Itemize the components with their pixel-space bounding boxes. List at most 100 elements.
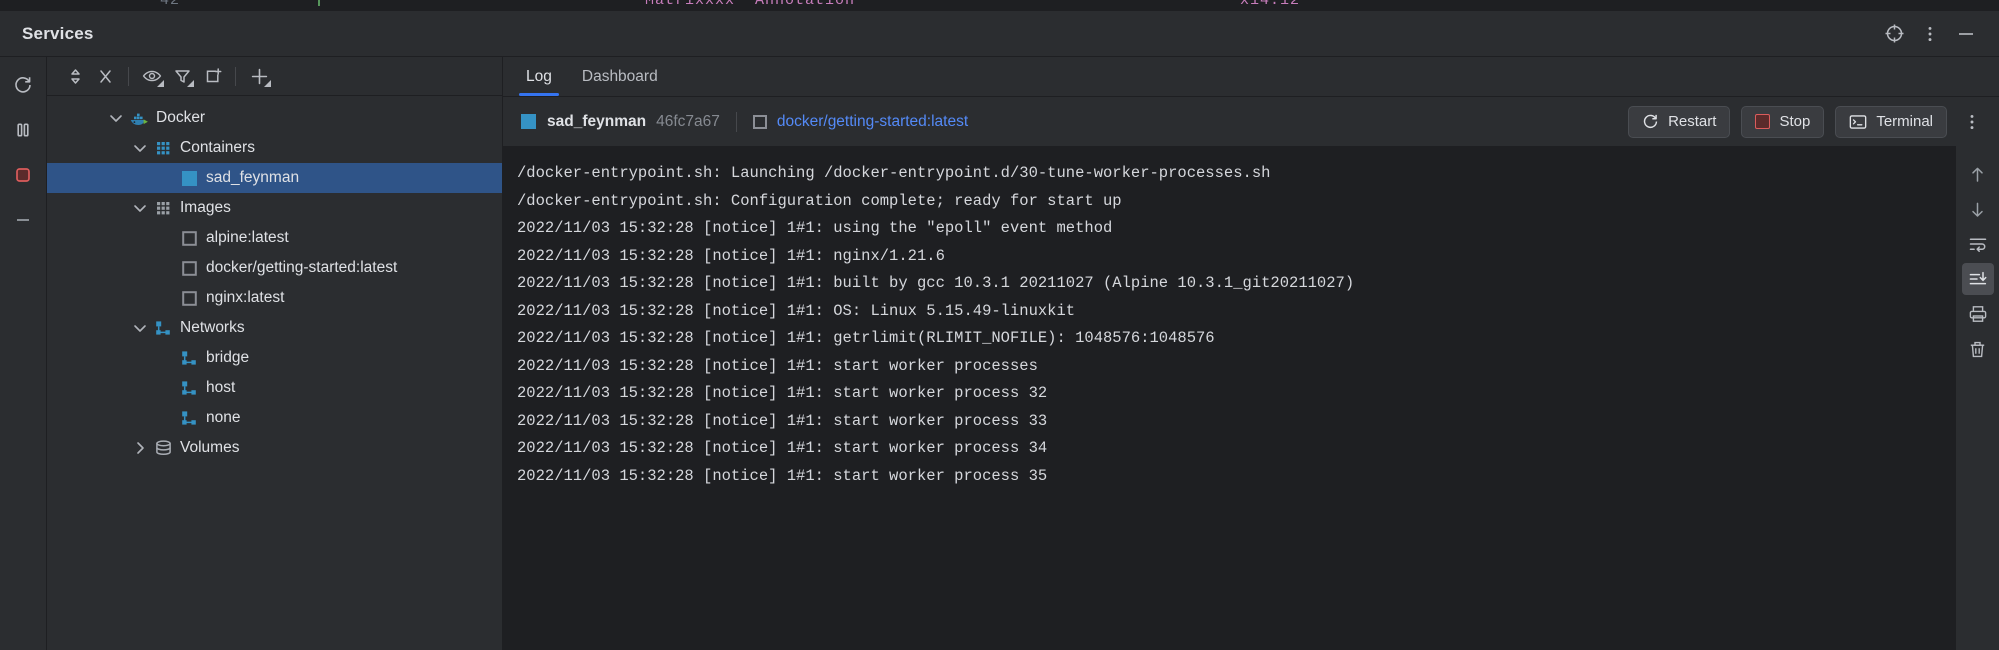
service-detail-panel: Log Dashboard sad_feynman 46fc7a67 docker… [503, 57, 1999, 650]
chevron-down-icon[interactable] [105, 110, 127, 126]
chevron-down-icon[interactable] [129, 320, 151, 336]
service-actions-strip [0, 57, 47, 650]
minus-icon[interactable] [6, 203, 40, 237]
pause-service-button[interactable] [6, 113, 40, 147]
network-icon [177, 349, 201, 367]
image-square-icon [752, 114, 767, 129]
restart-button-label: Restart [1668, 113, 1717, 130]
editor-code-fragment-2: x14.12 [1240, 0, 1301, 9]
log-line: 2022/11/03 15:32:28 [notice] 1#1: getrli… [517, 329, 1215, 347]
minimize-icon[interactable] [1951, 19, 1981, 49]
services-tree[interactable]: Docker Containers sad_feynman Images alpine:… [47, 96, 502, 650]
log-line: 2022/11/03 15:32:28 [notice] 1#1: using … [517, 219, 1113, 237]
tree-node-label: docker/getting-started:latest [206, 259, 398, 276]
tree-node-nginx-latest[interactable]: nginx:latest [47, 283, 502, 313]
tree-node-label: host [206, 379, 236, 396]
chevron-right-icon[interactable] [129, 440, 151, 456]
stop-button-label: Stop [1779, 113, 1811, 130]
kebab-menu-icon[interactable] [1915, 19, 1945, 49]
target-icon[interactable] [1879, 19, 1909, 49]
image-square-icon [177, 290, 201, 307]
eye-icon[interactable] [137, 61, 167, 91]
page-title: Services [22, 23, 94, 43]
log-toolbar [1955, 146, 1999, 650]
terminal-button-label: Terminal [1876, 113, 1933, 130]
info-divider [735, 111, 737, 132]
restart-service-button[interactable] [6, 68, 40, 102]
terminal-button[interactable]: Terminal [1835, 105, 1947, 138]
editor-gutter-number: 42 [160, 0, 181, 9]
log-line: 2022/11/03 15:32:28 [notice] 1#1: nginx/… [517, 246, 945, 265]
tree-node-images[interactable]: Images [47, 193, 502, 223]
tree-node-label: none [206, 409, 241, 426]
services-tree-panel: Docker Containers sad_feynman Images alpine:… [47, 57, 503, 650]
network-icon [177, 379, 201, 397]
log-line: 2022/11/03 15:32:28 [notice] 1#1: built … [517, 274, 1355, 292]
tree-node-networks[interactable]: Networks [47, 313, 502, 343]
container-id: 46fc7a67 [656, 112, 720, 130]
container-name: sad_feynman [547, 112, 647, 130]
tree-node-volumes[interactable]: Volumes [47, 433, 502, 463]
add-group-icon[interactable] [197, 61, 227, 91]
print-icon[interactable] [1962, 298, 1994, 330]
log-line: 2022/11/03 15:32:28 [notice] 1#1: OS: Li… [517, 301, 1076, 320]
editor-caret-marker [318, 0, 320, 6]
toolbar-divider-1 [128, 66, 129, 86]
tab-dashboard[interactable]: Dashboard [567, 57, 673, 96]
tree-node-label: Volumes [180, 439, 240, 456]
tree-node-label: Images [180, 199, 231, 216]
tool-window-header: Services [0, 11, 1999, 57]
log-output[interactable]: /docker-entrypoint.sh: Launching /docker… [503, 146, 1955, 650]
filter-icon[interactable] [167, 61, 197, 91]
restart-button[interactable]: Restart [1628, 105, 1731, 138]
editor-peek-strip: 42 Matrixxxx Annotation x14.12 [0, 0, 1999, 11]
soft-wrap-icon[interactable] [1962, 228, 1994, 260]
tree-node-none[interactable]: none [47, 403, 502, 433]
log-area: /docker-entrypoint.sh: Launching /docker… [503, 146, 1999, 650]
container-running-icon [521, 114, 536, 129]
plus-icon[interactable] [244, 61, 274, 91]
containers-grid-icon [151, 139, 175, 158]
tab-label: Dashboard [581, 67, 658, 85]
tree-node-host[interactable]: host [47, 373, 502, 403]
expand-collapse-button[interactable] [60, 61, 90, 91]
images-grid-icon [151, 199, 175, 218]
tree-node-alpine-latest[interactable]: alpine:latest [47, 223, 502, 253]
container-image-link[interactable]: docker/getting-started:latest [777, 113, 968, 131]
scroll-up-icon[interactable] [1962, 158, 1994, 190]
clear-all-icon[interactable] [1962, 333, 1994, 365]
tree-node-label: nginx:latest [206, 289, 285, 306]
tree-toolbar [47, 57, 502, 96]
tree-node-label: Networks [180, 319, 245, 336]
tab-label: Log [526, 67, 552, 85]
detail-tabs[interactable]: Log Dashboard [503, 57, 1999, 97]
docker-whale-icon [127, 108, 151, 128]
services-tool-window: 42 Matrixxxx Annotation x14.12 Services [0, 0, 1999, 650]
tree-node-docker-getting-started-latest[interactable]: docker/getting-started:latest [47, 253, 502, 283]
more-actions-icon[interactable] [1957, 105, 1987, 139]
chevron-down-icon[interactable] [129, 140, 151, 156]
tree-node-label: bridge [206, 349, 250, 366]
toolbar-divider-2 [235, 66, 236, 86]
tool-window-body: Docker Containers sad_feynman Images alpine:… [0, 57, 1999, 650]
tree-node-containers[interactable]: Containers [47, 133, 502, 163]
scroll-down-icon[interactable] [1962, 193, 1994, 225]
stop-service-button[interactable] [6, 158, 40, 192]
tab-log[interactable]: Log [511, 57, 567, 96]
tree-node-bridge[interactable]: bridge [47, 343, 502, 373]
network-icon [151, 319, 175, 337]
tree-node-docker[interactable]: Docker [47, 103, 502, 133]
network-icon [177, 409, 201, 427]
tree-node-label: Containers [180, 139, 255, 156]
stop-button[interactable]: Stop [1741, 105, 1825, 138]
scroll-to-end-icon[interactable] [1961, 263, 1994, 295]
log-line: /docker-entrypoint.sh: Configuration com… [517, 191, 1122, 210]
image-square-icon [177, 260, 201, 277]
chevron-down-icon[interactable] [129, 200, 151, 216]
tree-node-sad-feynman[interactable]: sad_feynman [47, 163, 502, 193]
log-line: 2022/11/03 15:32:28 [notice] 1#1: start … [517, 466, 1048, 485]
chevron-down-icon [157, 80, 164, 87]
tree-node-label: Docker [156, 109, 206, 126]
container-info-bar: sad_feynman 46fc7a67 docker/getting-star… [503, 97, 1999, 146]
collapse-all-button[interactable] [90, 61, 120, 91]
